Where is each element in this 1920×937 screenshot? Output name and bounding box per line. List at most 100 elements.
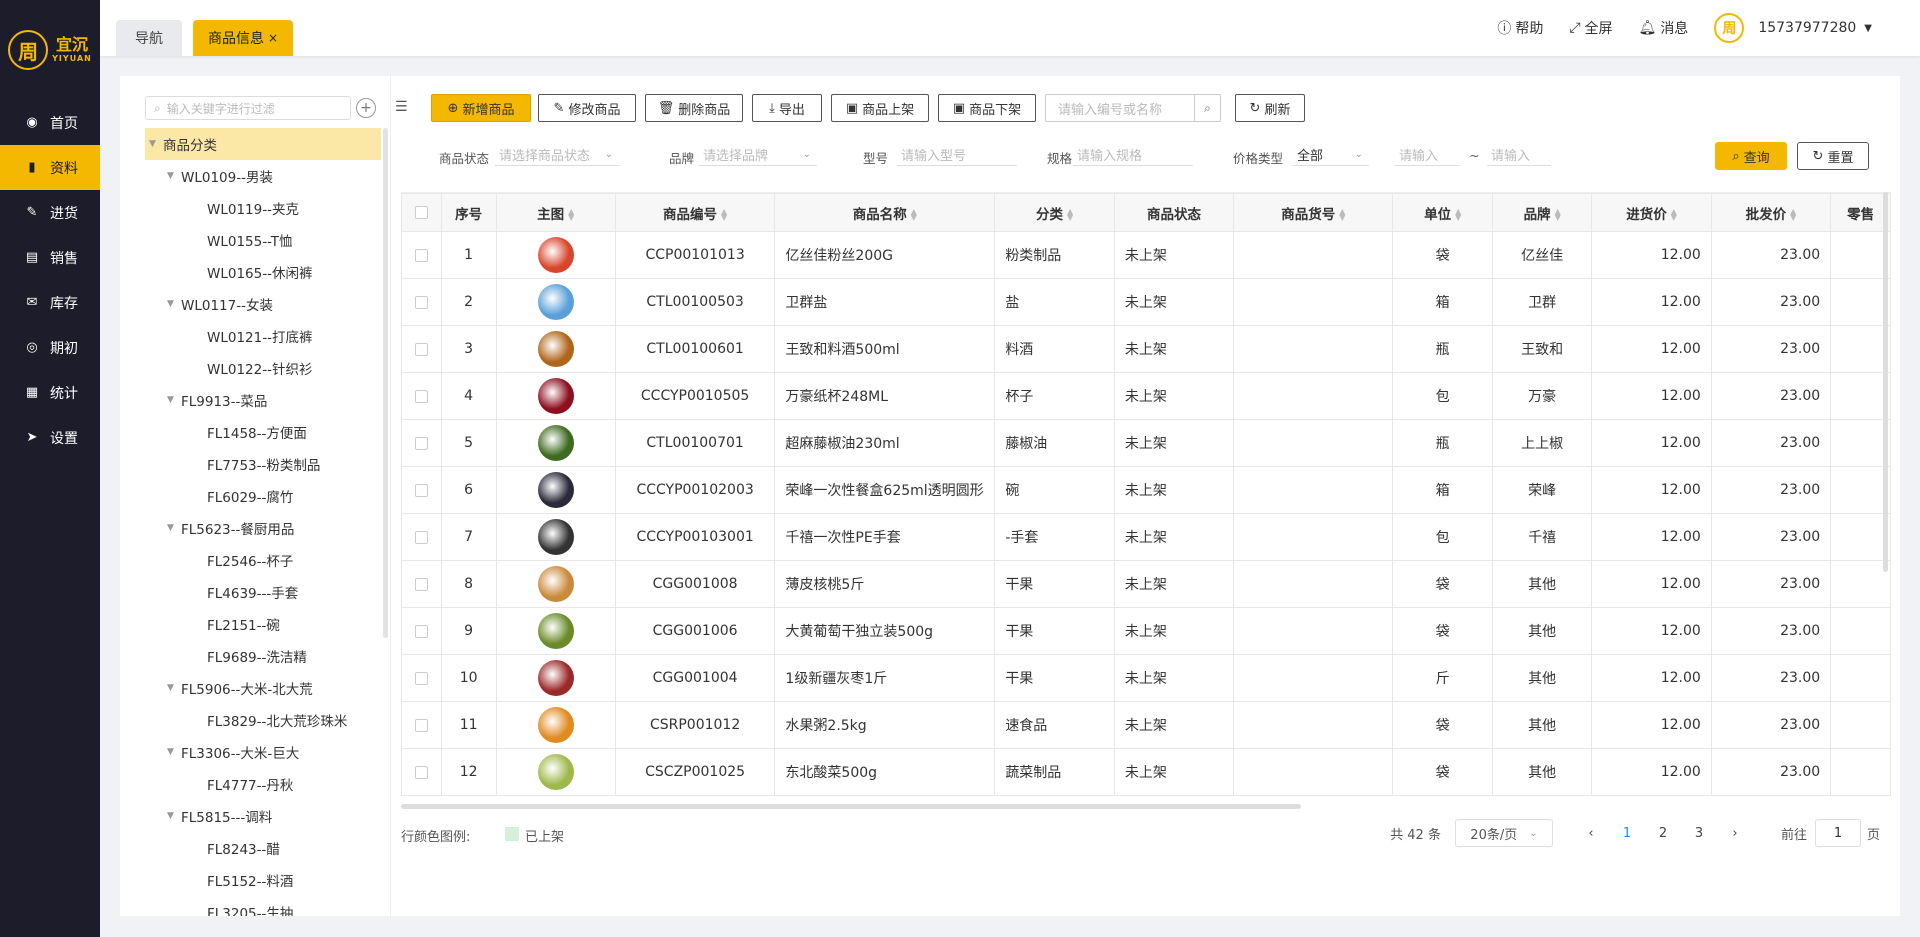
expand-caret-icon[interactable]: ▼ [167, 299, 181, 309]
status-filter-select[interactable]: 请选择商品状态 ⌄ [495, 144, 619, 166]
row-checkbox[interactable] [401, 466, 442, 514]
table-vertical-scrollbar[interactable] [1883, 192, 1888, 572]
table-row[interactable]: 6 CCCYP00102003 荣峰一次性餐盒625ml透明圆形碗未上架 箱荣峰 12.… [401, 466, 1891, 514]
query-button[interactable]: ⌕ 查询 [1715, 142, 1787, 170]
tab-product-info[interactable]: 商品信息 × [193, 20, 293, 56]
row-checkbox[interactable] [401, 372, 442, 420]
table-row[interactable]: 4 CCCYP0010505 万豪纸杯248ML 杯子 未上架 包万豪 12.00 23.00 [401, 372, 1891, 420]
close-icon[interactable]: × [268, 31, 278, 45]
search-button[interactable]: ⌕ [1194, 95, 1220, 121]
table-row[interactable]: 7 CCCYP00103001 千禧一次性PE手套 -手套 未上架 包千禧 12.00 23.… [401, 513, 1891, 561]
row-checkbox[interactable] [401, 513, 442, 561]
tree-node[interactable]: WL0121--打底裤 [145, 320, 381, 352]
table-row[interactable]: 10 CGG001004 1级新疆灰枣1斤 干果 未上架 斤其他 12.00 23.00 [401, 654, 1891, 702]
next-page-button[interactable]: › [1717, 826, 1753, 841]
column-header-purchase-price[interactable]: 进货价 ▲ ▼ [1591, 193, 1712, 232]
sidebar-item-settings[interactable]: ➤ 设置 [0, 415, 100, 460]
expand-caret-icon[interactable]: ▼ [149, 139, 163, 149]
tree-node[interactable]: FL9689--洗洁精 [145, 640, 381, 672]
price-type-select[interactable]: 全部 ⌄ [1293, 144, 1369, 166]
add-product-button[interactable]: ⊕ 新增商品 [431, 94, 531, 122]
column-header-wholesale-price[interactable]: 批发价 ▲ ▼ [1710, 193, 1832, 232]
delete-product-button[interactable]: 🗑︎ 删除商品 [645, 94, 743, 122]
sidebar-item-sales[interactable]: ▤ 销售 [0, 235, 100, 280]
reset-button[interactable]: ↻ 重置 [1797, 142, 1869, 170]
tree-filter-input[interactable]: ⌕ 输入关键字进行过滤 [145, 96, 351, 120]
row-checkbox[interactable] [401, 607, 442, 655]
menu-toggle-icon[interactable]: ☰ [395, 100, 409, 114]
tree-node[interactable]: FL7753--粉类制品 [145, 448, 381, 480]
expand-caret-icon[interactable]: ▼ [167, 683, 181, 693]
column-header-sku[interactable]: 商品货号 ▲ ▼ [1233, 193, 1394, 232]
sidebar-item-inventory[interactable]: ✉ 库存 [0, 280, 100, 325]
table-horizontal-scrollbar[interactable] [401, 804, 1301, 809]
page-2-button[interactable]: 2 [1645, 826, 1681, 841]
column-header-code[interactable]: 商品编号 ▲ ▼ [614, 193, 776, 232]
tree-node[interactable]: WL0155--T恤 [145, 224, 381, 256]
tree-node[interactable]: FL2546--杯子 [145, 544, 381, 576]
tree-node[interactable]: ▼ WL0109--男装 [145, 160, 381, 192]
row-checkbox[interactable] [401, 278, 442, 326]
page-jump-input[interactable]: 1 [1814, 819, 1861, 847]
expand-caret-icon[interactable]: ▼ [167, 523, 181, 533]
tree-node[interactable]: FL3205--生抽 [145, 896, 381, 916]
tree-node[interactable]: ▼ FL5623--餐厨用品 [145, 512, 381, 544]
expand-caret-icon[interactable]: ▼ [167, 171, 181, 181]
price-to-input[interactable]: 请输入 [1487, 144, 1551, 166]
table-row[interactable]: 5 CTL00100701 超麻藤椒油230ml 藤椒油 未上架 瓶上上椒 12.00 23.… [401, 419, 1891, 467]
export-button[interactable]: ⤓ 导出 [752, 94, 822, 122]
table-row[interactable]: 11 CSRP001012 水果粥2.5kg 速食品 未上架 袋其他 12.00 23.00 [401, 701, 1891, 749]
brand-filter-select[interactable]: 请选择品牌 ⌄ [699, 144, 817, 166]
tree-node[interactable]: ▼ WL0117--女装 [145, 288, 381, 320]
messages-button[interactable]: 🔔︎ 消息 [1639, 18, 1689, 38]
table-row[interactable]: 3 CTL00100601 王致和料酒500ml 料酒 未上架 瓶王致和 12.00 23.0… [401, 325, 1891, 373]
page-size-select[interactable]: 20条/页 ⌄ [1454, 819, 1553, 847]
tree-node[interactable]: ▼ 商品分类 [145, 128, 381, 160]
tree-node[interactable]: FL1458--方便面 [145, 416, 381, 448]
prev-page-button[interactable]: ‹ [1573, 826, 1609, 841]
tree-node[interactable]: FL8243--醋 [145, 832, 381, 864]
on-shelf-button[interactable]: ▣ 商品上架 [831, 94, 929, 122]
tree-node[interactable]: ▼ FL5906--大米-北大荒 [145, 672, 381, 704]
sidebar-item-opening[interactable]: ◎ 期初 [0, 325, 100, 370]
row-checkbox[interactable] [401, 701, 442, 749]
refresh-button[interactable]: ↻ 刷新 [1235, 94, 1305, 122]
tree-node[interactable]: ▼ FL3306--大米-巨大 [145, 736, 381, 768]
edit-product-button[interactable]: ✎ 修改商品 [538, 94, 636, 122]
user-menu[interactable]: 周 15737977280 ▼ [1714, 13, 1872, 43]
sidebar-item-home[interactable]: ◉ 首页 [0, 100, 100, 145]
price-from-input[interactable]: 请输入 [1395, 144, 1459, 166]
tree-node[interactable]: ▼ FL5815---调料 [145, 800, 381, 832]
page-3-button[interactable]: 3 [1681, 826, 1717, 841]
product-search-input[interactable]: 请输入编号或名称 ⌕ [1045, 94, 1221, 122]
table-row[interactable]: 8 CGG001008 薄皮核桃5斤 干果 未上架 袋其他 12.00 23.00 [401, 560, 1891, 608]
tree-node[interactable]: FL3829--北大荒珍珠米 [145, 704, 381, 736]
expand-caret-icon[interactable]: ▼ [167, 811, 181, 821]
row-checkbox[interactable] [401, 560, 442, 608]
tree-scrollbar[interactable] [383, 128, 388, 638]
tree-node[interactable]: WL0122--针织衫 [145, 352, 381, 384]
sidebar-item-purchase[interactable]: ✎ 进货 [0, 190, 100, 235]
tree-node[interactable]: FL5152--料酒 [145, 864, 381, 896]
add-category-button[interactable]: + [356, 98, 376, 118]
tree-node[interactable]: FL6029--腐竹 [145, 480, 381, 512]
column-header-brand[interactable]: 品牌 ▲ ▼ [1491, 193, 1593, 232]
tab-navigation[interactable]: 导航 [116, 20, 182, 56]
help-button[interactable]: ⓘ 帮助 [1497, 18, 1543, 38]
sidebar-item-data[interactable]: ▮ 资料 [0, 145, 100, 190]
row-checkbox[interactable] [401, 654, 442, 702]
column-header-retail-price[interactable]: 零售 [1830, 193, 1891, 232]
model-filter-input[interactable]: 请输入型号 [897, 144, 1017, 166]
fullscreen-button[interactable]: ⤢ 全屏 [1569, 18, 1612, 38]
row-checkbox[interactable] [401, 231, 442, 279]
row-checkbox[interactable] [401, 325, 442, 373]
column-header-unit[interactable]: 单位 ▲ ▼ [1392, 193, 1493, 232]
column-header-category[interactable]: 分类 ▲ ▼ [994, 193, 1115, 232]
row-checkbox[interactable] [401, 748, 442, 796]
tree-node[interactable]: WL0165--休闲裤 [145, 256, 381, 288]
sidebar-item-stats[interactable]: ▦ 统计 [0, 370, 100, 415]
expand-caret-icon[interactable]: ▼ [167, 747, 181, 757]
table-row[interactable]: 9 CGG001006 大黄葡萄干独立装500g 干果 未上架 袋其他 12.00 23.00 [401, 607, 1891, 655]
row-checkbox[interactable] [401, 419, 442, 467]
expand-caret-icon[interactable]: ▼ [167, 395, 181, 405]
